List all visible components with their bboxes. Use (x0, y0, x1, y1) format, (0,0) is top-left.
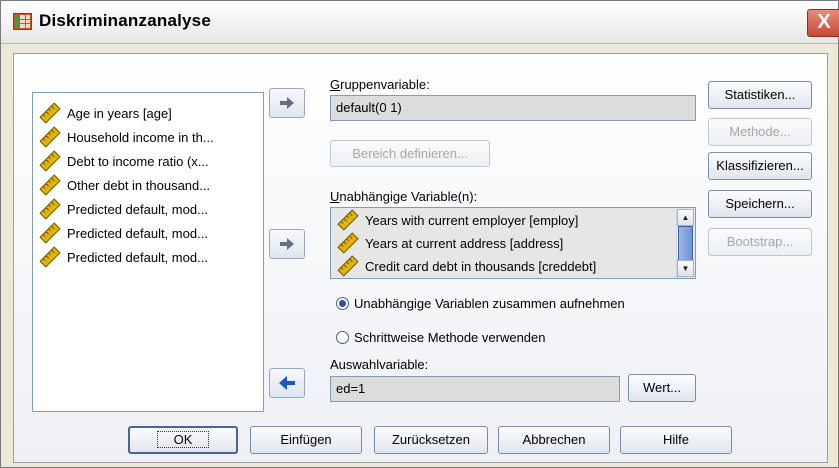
scale-ruler-icon (39, 198, 61, 220)
list-item-label: Predicted default, mod... (67, 201, 208, 217)
title-bar[interactable]: Diskriminanzanalyse X (1, 1, 839, 44)
selection-variable-field[interactable]: ed=1 (330, 376, 620, 402)
list-item[interactable]: Predicted default, mod... (39, 221, 208, 245)
list-item[interactable]: Years at current address [address] (337, 231, 563, 255)
independents-scrollbar[interactable]: ▲ ▼ (676, 209, 694, 277)
scale-ruler-icon (39, 150, 61, 172)
window-title: Diskriminanzanalyse (39, 11, 211, 30)
dialog-window: Diskriminanzanalyse X Age in years [age]… (0, 0, 839, 468)
grouping-variable-label: Gruppenvariable: (330, 77, 430, 92)
paste-button[interactable]: Einfügen (250, 426, 362, 454)
list-item[interactable]: Years with current employer [employ] (337, 208, 578, 232)
scale-ruler-icon (337, 255, 359, 277)
radio-enter-together[interactable]: Unabhängige Variablen zusammen aufnehmen (336, 296, 625, 311)
cancel-button[interactable]: Abbrechen (498, 426, 610, 454)
ok-button[interactable]: OK (128, 426, 238, 454)
define-range-button: Bereich definieren... (330, 140, 490, 167)
value-button[interactable]: Wert... (628, 374, 696, 402)
scale-ruler-icon (39, 246, 61, 268)
list-item-label: Debt to income ratio (x... (67, 153, 209, 169)
statistics-button[interactable]: Statistiken... (708, 81, 812, 109)
list-item-label: Years at current address [address] (365, 235, 564, 251)
close-button[interactable]: X (807, 9, 839, 37)
arrow-left-icon (279, 376, 295, 390)
scale-ruler-icon (39, 222, 61, 244)
list-item[interactable]: Household income in th... (39, 125, 214, 149)
arrow-right-icon (280, 97, 294, 109)
scroll-thumb[interactable] (678, 226, 693, 262)
scale-ruler-icon (337, 209, 359, 231)
radio-button-selected[interactable] (336, 297, 349, 310)
list-item-label: Household income in th... (67, 129, 214, 145)
reset-button[interactable]: Zurücksetzen (374, 426, 488, 454)
bootstrap-button: Bootstrap... (708, 228, 812, 256)
independents-list[interactable]: Years with current employer [employ] Year… (330, 207, 696, 279)
help-button[interactable]: Hilfe (620, 426, 732, 454)
radio-button-unselected[interactable] (336, 331, 349, 344)
scale-ruler-icon (337, 232, 359, 254)
method-button: Methode... (708, 118, 812, 146)
list-item-label: Other debt in thousand... (67, 177, 211, 193)
scroll-down-icon[interactable]: ▼ (677, 260, 694, 277)
radio-enter-together-label: Unabhängige Variablen zusammen aufnehmen (354, 296, 625, 311)
list-item[interactable]: Credit card debt in thousands [creddebt] (337, 254, 596, 278)
scale-ruler-icon (39, 102, 61, 124)
list-item[interactable]: Other debt in thousand... (39, 173, 210, 197)
list-item[interactable]: Predicted default, mod... (39, 197, 208, 221)
move-to-grouping-button[interactable] (269, 88, 305, 118)
app-table-icon (13, 13, 32, 30)
arrow-right-icon (280, 238, 294, 250)
move-from-selection-button[interactable] (269, 368, 305, 398)
source-variable-list[interactable]: Age in years [age] Household income in th… (32, 92, 264, 412)
scroll-up-icon[interactable]: ▲ (677, 209, 694, 226)
list-item[interactable]: Age in years [age] (39, 101, 172, 125)
dialog-body: Age in years [age] Household income in th… (13, 53, 828, 463)
list-item-label: Age in years [age] (67, 105, 172, 121)
radio-stepwise-label: Schrittweise Methode verwenden (354, 330, 546, 345)
list-item-label: Predicted default, mod... (67, 225, 208, 241)
scale-ruler-icon (39, 174, 61, 196)
list-item-label: Predicted default, mod... (67, 249, 208, 265)
move-to-independents-button[interactable] (269, 229, 305, 259)
list-item-label: Years with current employer [employ] (365, 212, 579, 228)
independents-label: Unabhängige Variable(n): (330, 189, 478, 204)
grouping-variable-field[interactable]: default(0 1) (330, 95, 696, 121)
list-item[interactable]: Predicted default, mod... (39, 245, 208, 269)
radio-stepwise[interactable]: Schrittweise Methode verwenden (336, 330, 546, 345)
list-item-label: Credit card debt in thousands [creddebt] (365, 258, 597, 274)
scale-ruler-icon (39, 126, 61, 148)
list-item[interactable]: Debt to income ratio (x... (39, 149, 209, 173)
selection-variable-label: Auswahlvariable: (330, 357, 429, 372)
save-button[interactable]: Speichern... (708, 190, 812, 218)
classify-button[interactable]: Klassifizieren... (708, 152, 812, 180)
